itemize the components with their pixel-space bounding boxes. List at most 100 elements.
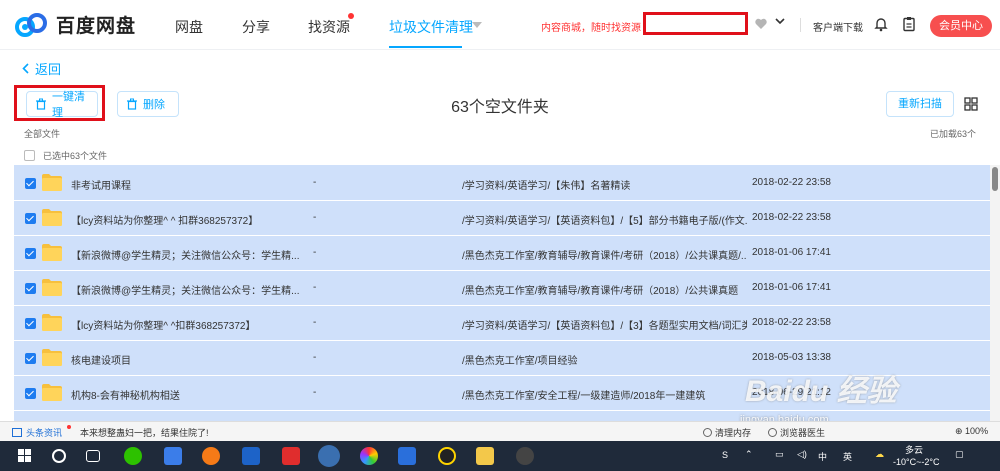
file-name[interactable]: 【lcy资料站为你整理^ ^ 扣群368257372】: [71, 212, 258, 227]
table-row[interactable]: 【lcy资料站为你整理^ ^扣群368257372】 - /学习资料/英语学习/【英…: [14, 306, 990, 341]
news-feed-link[interactable]: 头条资讯: [12, 426, 62, 439]
ime-indicator[interactable]: 中: [818, 450, 827, 463]
input-method-icon[interactable]: [398, 447, 416, 465]
feishu-icon[interactable]: [164, 447, 182, 465]
volume-icon[interactable]: ◁): [797, 449, 807, 460]
file-size: -: [313, 352, 317, 363]
folder-icon: [42, 349, 62, 366]
folder-icon: [42, 209, 62, 226]
app-icon[interactable]: [516, 447, 534, 465]
tab-junk-cleanup[interactable]: 垃圾文件清理: [389, 17, 473, 37]
file-date: 2018-01-06 17:41: [752, 282, 831, 293]
temperature-label: -10°C~-2°C: [893, 457, 940, 467]
task-view-icon[interactable]: [86, 450, 100, 462]
file-name[interactable]: 机构8-会有神秘机构相送: [71, 387, 180, 402]
table-row[interactable]: 【新浪微博@学生精灵；关注微信公众号：学生精... - /黑色杰克工作室/教育辅导/…: [14, 271, 990, 306]
brand-name: 百度网盘: [56, 16, 137, 37]
file-name[interactable]: 【lcy资料站为你整理^ ^扣群368257372】: [71, 317, 255, 332]
scrollbar-thumb[interactable]: [992, 167, 998, 191]
row-checkbox[interactable]: [25, 283, 36, 294]
color-picker-icon[interactable]: [360, 447, 378, 465]
row-checkbox[interactable]: [25, 213, 36, 224]
file-date: 2018-05-03 13:38: [752, 352, 831, 363]
select-all-checkbox[interactable]: [24, 150, 35, 161]
clean-memory-button[interactable]: 清理内存: [703, 426, 751, 439]
news-label: 头条资讯: [26, 428, 63, 438]
wechat-icon[interactable]: [124, 447, 142, 465]
promo-link[interactable]: 内容商城，随时找资源: [541, 19, 641, 34]
file-path[interactable]: /黑色杰克工作室/教育辅导/教育课件/考研（2018）/公共课真题: [462, 282, 747, 297]
table-row[interactable]: 机构8-会有神秘机构相送 - /黑色杰克工作室/安全工程/一级建造师/2018年一建…: [14, 376, 990, 411]
news-headline[interactable]: 本来想整蛊妇一把，结果住院了!: [80, 426, 209, 439]
file-name[interactable]: 【新浪微博@学生精灵；关注微信公众号：学生精...: [71, 282, 300, 297]
file-name[interactable]: 【新浪微博@学生精灵；关注微信公众号：学生精...: [71, 247, 300, 262]
tab-wangpan[interactable]: 网盘: [175, 17, 203, 37]
breadcrumb[interactable]: 全部文件: [24, 127, 60, 140]
back-link[interactable]: 返回: [22, 59, 61, 78]
search-icon[interactable]: [52, 449, 66, 463]
file-size: -: [313, 387, 317, 398]
windows-start-icon[interactable]: [18, 449, 32, 463]
folder-icon: [42, 384, 62, 401]
back-label: 返回: [35, 62, 62, 77]
file-list: 非考试用课程 - /学习资料/英语学习/【朱伟】名著精读 2018-02-22 23:…: [14, 165, 990, 421]
folder-icon: [42, 279, 62, 296]
vip-heart-icon[interactable]: [754, 17, 768, 31]
table-row[interactable]: 【新浪微博@学生精灵；关注微信公众号：学生精... - /黑色杰克工作室/教育辅导/…: [14, 236, 990, 271]
file-date: 2018-06-29 21:12: [752, 387, 831, 398]
row-checkbox[interactable]: [25, 388, 36, 399]
file-path[interactable]: /黑色杰克工作室/安全工程/一级建造师/2018年一建建筑: [462, 387, 747, 402]
table-row[interactable]: 【lcy资料站为你整理^ ^ 扣群368257372】 - /学习资料/英语学习/【…: [14, 201, 990, 236]
chevron-down-icon[interactable]: [775, 16, 785, 29]
rescan-button[interactable]: 重新扫描: [886, 91, 954, 117]
outlook-icon[interactable]: [242, 447, 260, 465]
file-size: -: [313, 177, 317, 188]
row-checkbox[interactable]: [25, 353, 36, 364]
selected-count: 已选中63个文件: [43, 151, 108, 161]
caret-down-icon[interactable]: [472, 22, 482, 28]
trash-icon: [126, 98, 138, 110]
file-path[interactable]: /学习资料/英语学习/【英语资料包】/【3】各题型实用文档/词汇类: [462, 317, 747, 332]
row-checkbox[interactable]: [25, 178, 36, 189]
folder-icon: [42, 244, 62, 261]
delete-button[interactable]: 删除: [117, 91, 179, 117]
file-date: 2018-02-22 23:58: [752, 317, 831, 328]
row-checkbox[interactable]: [25, 248, 36, 259]
file-date: 2018-01-06 17:41: [752, 247, 831, 258]
qq-icon[interactable]: [438, 447, 456, 465]
table-row[interactable]: 核电建设项目 - /黑色杰克工作室/项目经验 2018-05-03 13:38: [14, 341, 990, 376]
brand-logo[interactable]: 百度网盘: [14, 11, 136, 38]
browser-app-icon[interactable]: [202, 447, 220, 465]
file-path[interactable]: /黑色杰克工作室/教育辅导/教育课件/考研（2018）/公共课真题/...: [462, 247, 747, 262]
file-name[interactable]: 核电建设项目: [71, 352, 131, 367]
it-app-icon[interactable]: [282, 447, 300, 465]
file-path[interactable]: /学习资料/英语学习/【英语资料包】/【5】部分书籍电子版/(作文...: [462, 212, 747, 227]
chevron-left-icon: [22, 62, 29, 77]
tab-find-resources[interactable]: 找资源: [308, 17, 350, 37]
network-icon[interactable]: ▭: [775, 449, 784, 460]
file-name[interactable]: 非考试用课程: [71, 177, 131, 192]
zoom-level[interactable]: ⊕ 100%: [955, 426, 988, 437]
select-all[interactable]: 已选中63个文件: [24, 149, 107, 162]
row-checkbox[interactable]: [25, 318, 36, 329]
bell-icon[interactable]: [874, 16, 888, 35]
scrollbar[interactable]: [990, 165, 1000, 421]
client-download-link[interactable]: 客户端下载: [813, 19, 863, 34]
show-desktop-icon[interactable]: ▢: [955, 449, 964, 460]
folder-icon[interactable]: [476, 447, 494, 465]
vip-center-button[interactable]: 会员中心: [930, 15, 992, 37]
grid-view-icon[interactable]: [964, 97, 978, 114]
table-row[interactable]: 非考试用课程 - /学习资料/英语学习/【朱伟】名著精读 2018-02-22 23:…: [14, 166, 990, 201]
ie-browser-icon[interactable]: [318, 445, 340, 467]
news-icon: [12, 428, 22, 437]
active-tab-indicator: [389, 46, 462, 48]
weather-icon: ☁: [875, 449, 884, 459]
file-path[interactable]: /学习资料/英语学习/【朱伟】名著精读: [462, 177, 747, 192]
tab-share[interactable]: 分享: [242, 17, 270, 37]
browser-doctor-button[interactable]: 浏览器医生: [768, 426, 825, 439]
tray-chevron-icon[interactable]: ⌃: [745, 449, 753, 460]
ime-secondary[interactable]: 英: [843, 450, 852, 463]
notification-tray-icon[interactable]: S: [722, 450, 728, 460]
clipboard-icon[interactable]: [902, 16, 916, 35]
file-path[interactable]: /黑色杰克工作室/项目经验: [462, 352, 747, 367]
